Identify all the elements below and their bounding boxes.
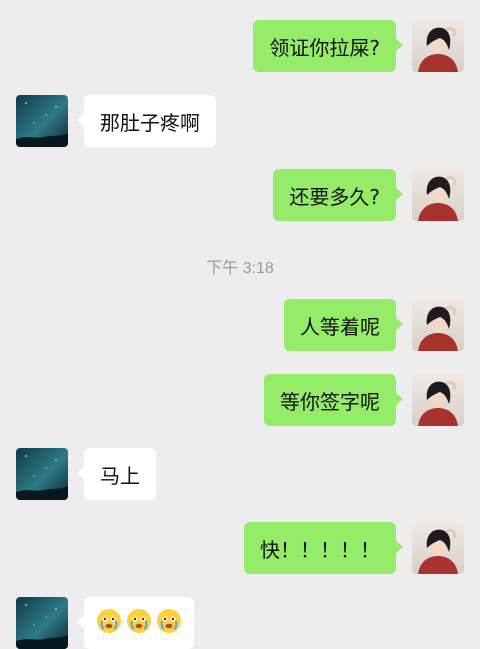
self-avatar[interactable] xyxy=(412,374,464,426)
message-text: 人等着呢 xyxy=(300,314,380,339)
message-bubble-self[interactable]: 快！！！！！ xyxy=(244,522,403,574)
crying-face-icon xyxy=(96,608,122,639)
girl-red-shirt-avatar-icon xyxy=(412,299,464,351)
self-avatar[interactable] xyxy=(412,299,464,351)
other-avatar[interactable] xyxy=(16,597,68,649)
message-bubble-self[interactable]: 还要多久? xyxy=(273,169,403,221)
chat-area: 领证你拉屎? 那肚子疼啊 还要多久? 下午 3:18 人等着呢 等你签字呢 马上… xyxy=(0,0,480,649)
message-bubble-self[interactable]: 等你签字呢 xyxy=(264,374,403,426)
message-text: 快！！！！！ xyxy=(260,537,380,562)
girl-red-shirt-avatar-icon xyxy=(412,522,464,574)
message-text: 领证你拉屎? xyxy=(269,35,380,60)
other-avatar[interactable] xyxy=(16,448,68,500)
self-avatar[interactable] xyxy=(412,169,464,221)
message-text: 那肚子疼啊 xyxy=(100,110,200,135)
self-avatar[interactable] xyxy=(412,522,464,574)
message-text: 还要多久? xyxy=(289,184,380,209)
message-bubble-other[interactable] xyxy=(77,597,194,649)
night-sky-avatar-icon xyxy=(16,597,68,649)
crying-face-icon xyxy=(126,608,152,639)
self-avatar[interactable] xyxy=(412,20,464,72)
message-bubble-self[interactable]: 人等着呢 xyxy=(284,299,403,351)
message-timestamp: 下午 3:18 xyxy=(206,260,274,277)
message-bubble-other[interactable]: 那肚子疼啊 xyxy=(77,95,216,147)
night-sky-avatar-icon xyxy=(16,95,68,147)
other-avatar[interactable] xyxy=(16,95,68,147)
girl-red-shirt-avatar-icon xyxy=(412,169,464,221)
night-sky-avatar-icon xyxy=(16,448,68,500)
message-text: 等你签字呢 xyxy=(280,389,380,414)
girl-red-shirt-avatar-icon xyxy=(412,374,464,426)
crying-face-icon xyxy=(156,608,182,639)
message-bubble-self[interactable]: 领证你拉屎? xyxy=(253,20,403,72)
message-bubble-other[interactable]: 马上 xyxy=(77,448,156,500)
message-text: 马上 xyxy=(100,463,140,488)
girl-red-shirt-avatar-icon xyxy=(412,20,464,72)
